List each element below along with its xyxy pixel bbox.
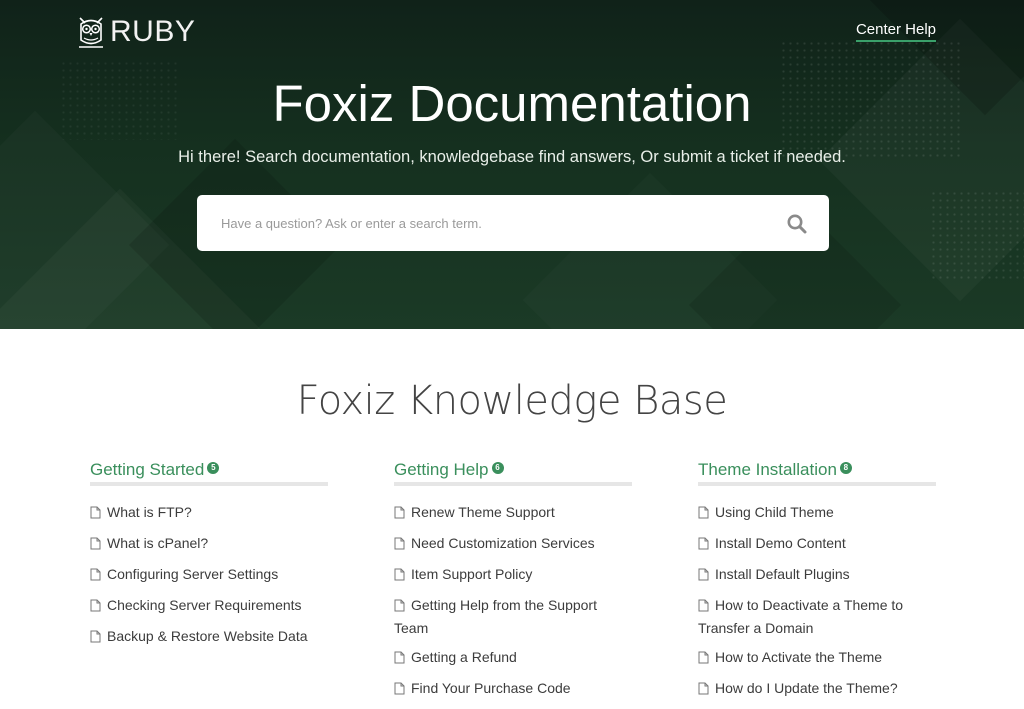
document-icon [698, 597, 709, 618]
article-count-badge: 5 [207, 462, 220, 474]
document-icon [90, 597, 101, 618]
document-icon [394, 504, 405, 525]
list-item: What is cPanel? [90, 533, 328, 556]
article-link[interactable]: Install Demo Content [715, 535, 846, 551]
list-item: Checking Server Requirements [90, 595, 328, 618]
list-item: How to Activate the Theme [698, 647, 936, 670]
search-icon [787, 214, 807, 234]
search-button[interactable] [785, 212, 809, 236]
document-icon [90, 628, 101, 649]
article-list: What is FTP? What is cPanel? Configuring… [90, 502, 328, 649]
list-item: Configuring Server Settings [90, 564, 328, 587]
list-item: Backup & Restore Website Data [90, 626, 328, 649]
category-title-link[interactable]: Getting Help [394, 458, 489, 482]
document-icon [698, 680, 709, 701]
list-item: Getting Help from the Support Team [394, 595, 632, 639]
article-link[interactable]: Getting Help from the Support Team [394, 597, 597, 636]
document-icon [698, 649, 709, 670]
site-logo[interactable]: RUBY [76, 14, 195, 50]
logo-text: RUBY [110, 15, 196, 48]
article-link[interactable]: What is cPanel? [107, 535, 208, 551]
document-icon [394, 649, 405, 670]
owl-logo-icon [79, 17, 103, 48]
article-link[interactable]: Renew Theme Support [411, 504, 555, 520]
article-link[interactable]: Item Support Policy [411, 566, 532, 582]
document-icon [394, 680, 405, 701]
category-theme-installation: Theme Installation 8 Using Child Theme I… [698, 458, 936, 709]
article-link[interactable]: How to Activate the Theme [715, 649, 882, 665]
document-icon [90, 566, 101, 587]
article-link[interactable]: What is FTP? [107, 504, 192, 520]
list-item: Need Customization Services [394, 533, 632, 556]
center-help-link[interactable]: Center Help [855, 21, 936, 42]
list-item: How to Deactivate a Theme to Transfer a … [698, 595, 936, 639]
article-count-badge: 6 [491, 462, 504, 474]
category-header: Getting Started 5 [90, 458, 328, 486]
knowledge-base-title: Foxiz Knowledge Base [296, 378, 728, 424]
category-title-link[interactable]: Getting Started [90, 458, 204, 482]
article-link[interactable]: How to Deactivate a Theme to Transfer a … [698, 597, 903, 636]
document-icon [698, 535, 709, 556]
document-icon [394, 566, 405, 587]
category-header: Theme Installation 8 [698, 458, 936, 486]
article-link[interactable]: Find Your Purchase Code [411, 680, 571, 696]
search-input[interactable] [197, 195, 767, 251]
list-item: Renew Theme Support [394, 502, 632, 525]
document-icon [90, 535, 101, 556]
category-title-link[interactable]: Theme Installation [698, 458, 837, 482]
list-item: How do I Update the Theme? [698, 678, 936, 701]
article-link[interactable]: Backup & Restore Website Data [107, 628, 308, 644]
article-link[interactable]: Using Child Theme [715, 504, 834, 520]
search-bar [197, 195, 829, 251]
list-item: Find Your Purchase Code [394, 678, 632, 701]
list-item: Item Support Policy [394, 564, 632, 587]
category-columns: Getting Started 5 What is FTP? What is c… [90, 458, 938, 697]
category-header: Getting Help 6 [394, 458, 632, 486]
article-link[interactable]: How do I Update the Theme? [715, 680, 898, 696]
article-count-badge: 8 [839, 462, 852, 474]
article-link[interactable]: Need Customization Services [411, 535, 595, 551]
article-link[interactable]: Getting a Refund [411, 649, 517, 665]
article-list: Using Child Theme Install Demo Content I… [698, 502, 936, 701]
hero-subtitle: Hi there! Search documentation, knowledg… [178, 148, 846, 166]
list-item: What is FTP? [90, 502, 328, 525]
list-item: Install Demo Content [698, 533, 936, 556]
document-icon [394, 535, 405, 556]
document-icon [698, 504, 709, 525]
category-getting-help: Getting Help 6 Renew Theme Support Need … [394, 458, 632, 709]
document-icon [90, 504, 101, 525]
list-item: Install Default Plugins [698, 564, 936, 587]
article-list: Renew Theme Support Need Customization S… [394, 502, 632, 701]
document-icon [394, 597, 405, 618]
list-item: Using Child Theme [698, 502, 936, 525]
page-title: Foxiz Documentation [272, 75, 752, 132]
bg-dot-pattern [930, 190, 1024, 280]
article-link[interactable]: Configuring Server Settings [107, 566, 278, 582]
list-item: Getting a Refund [394, 647, 632, 670]
article-link[interactable]: Install Default Plugins [715, 566, 850, 582]
document-icon [698, 566, 709, 587]
hero-banner: RUBY Center Help Foxiz Documentation Hi … [0, 0, 1024, 329]
article-link[interactable]: Checking Server Requirements [107, 597, 302, 613]
category-getting-started: Getting Started 5 What is FTP? What is c… [90, 458, 328, 657]
